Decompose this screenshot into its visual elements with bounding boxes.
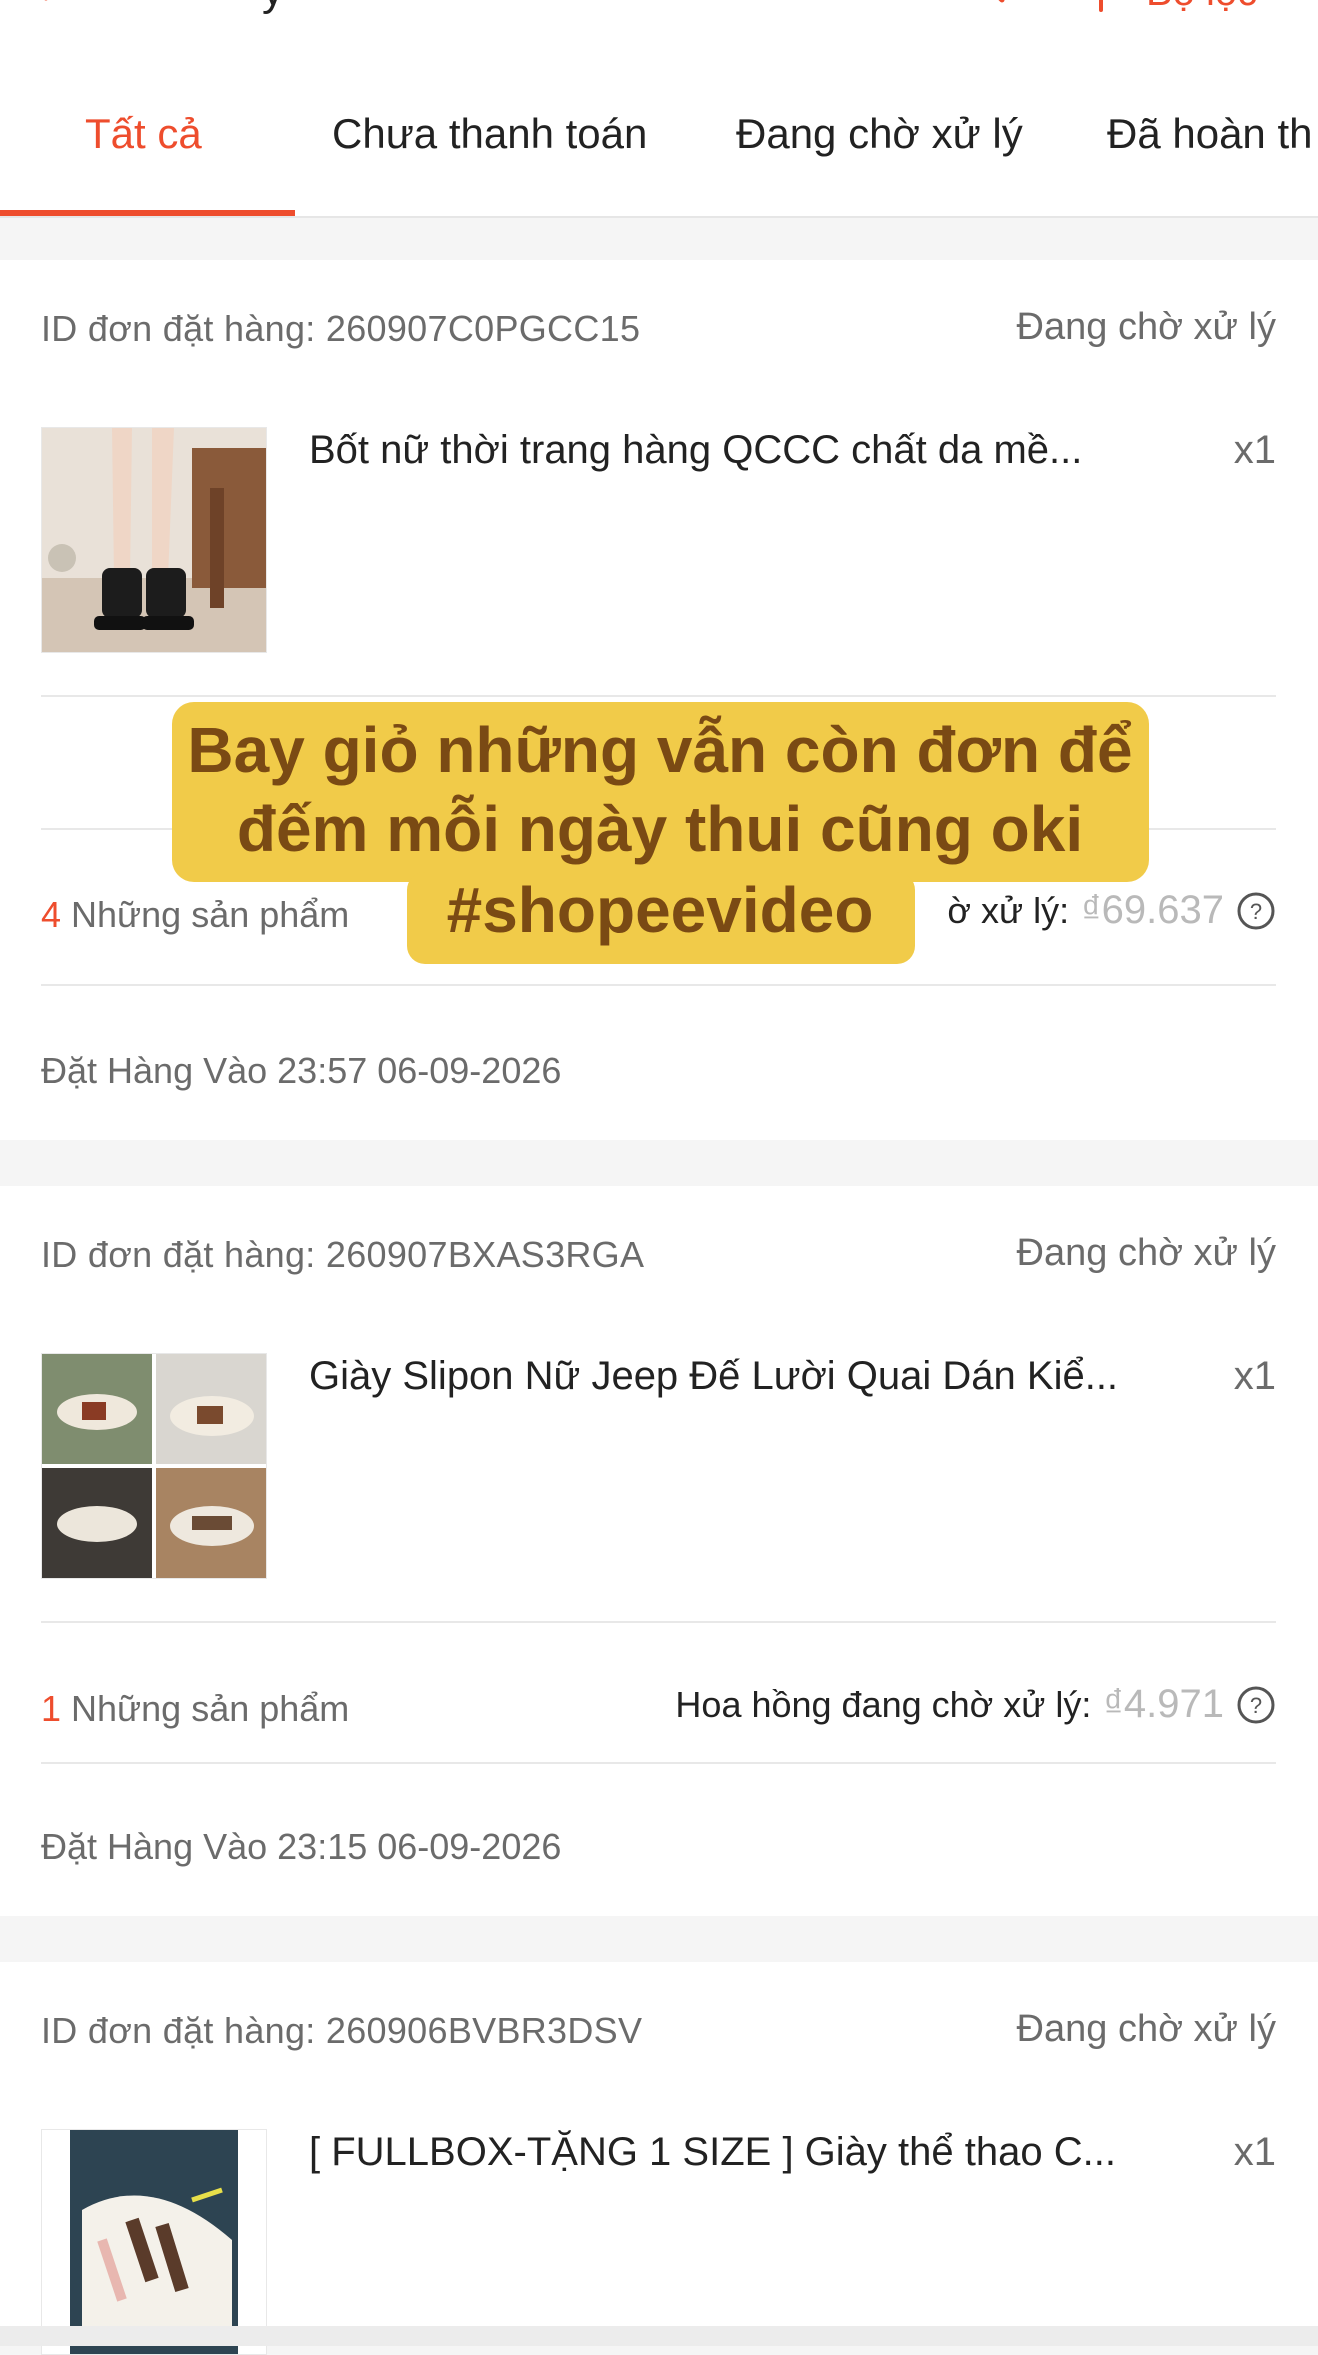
product-quantity: x1 — [1233, 1354, 1276, 1398]
order-status: Đang chờ xử lý — [1016, 306, 1276, 348]
commission-label: Hoa hồng đang chờ xử lý: — [675, 1683, 1092, 1725]
search-icon[interactable] — [940, 0, 1010, 16]
order-card[interactable]: ID đơn đặt hàng: 260907BXAS3RGA Đang chờ… — [0, 1186, 1318, 1916]
order-id: ID đơn đặt hàng: 260907BXAS3RGA — [41, 1234, 645, 1275]
order-status: Đang chờ xử lý — [1016, 1232, 1276, 1274]
product-name[interactable]: [ FULLBOX-TẶNG 1 SIZE ] Giày thể thao C.… — [309, 2130, 1189, 2175]
divider — [41, 1621, 1276, 1623]
help-icon[interactable]: ? — [1236, 891, 1276, 931]
order-card[interactable]: ID đơn đặt hàng: 260907C0PGCC15 Đang chờ… — [0, 260, 1318, 1140]
back-arrow-icon[interactable] — [34, 0, 74, 18]
caption-hashtag: #shopeevideo — [446, 874, 874, 946]
order-date: Đặt Hàng Vào 23:57 06-09-2026 — [41, 1050, 562, 1091]
tab-unpaid[interactable]: Chưa thanh toán — [332, 110, 647, 158]
product-quantity: x1 — [1233, 2130, 1276, 2174]
svg-text:?: ? — [1250, 899, 1262, 924]
divider — [41, 695, 1276, 697]
divider — [41, 1762, 1276, 1764]
caption-line-1: Bay giỏ những vẫn còn đơn để — [187, 714, 1133, 786]
order-date: Đặt Hàng Vào 23:15 06-09-2026 — [41, 1826, 562, 1867]
active-tab-indicator — [0, 210, 295, 216]
commission-amount: ₫4.971 — [1103, 1682, 1224, 1726]
product-count: 1 Những sản phẩm — [41, 1688, 350, 1729]
order-status: Đang chờ xử lý — [1016, 2008, 1276, 2050]
divider — [41, 984, 1276, 986]
svg-text:?: ? — [1250, 1693, 1262, 1718]
order-card[interactable]: ID đơn đặt hàng: 260906BVBR3DSV Đang chờ… — [0, 1962, 1318, 2355]
caption-line-2: đếm mỗi ngày thui cũng oki — [236, 793, 1084, 865]
tab-completed[interactable]: Đã hoàn th — [1107, 110, 1313, 158]
product-thumbnail[interactable] — [41, 1353, 267, 1579]
filter-button[interactable]: Bộ lọc — [1146, 0, 1257, 15]
filter-icon[interactable] — [1086, 0, 1116, 14]
top-bar: y Bộ lọc — [0, 0, 1318, 50]
product-name[interactable]: Giày Slipon Nữ Jeep Đế Lười Quai Dán Kiể… — [309, 1354, 1189, 1399]
order-id: ID đơn đặt hàng: 260907C0PGCC15 — [41, 308, 641, 349]
order-id: ID đơn đặt hàng: 260906BVBR3DSV — [41, 2010, 643, 2051]
pending-commission: Hoa hồng đang chờ xử lý: ₫4.971 ? — [675, 1682, 1276, 1727]
help-icon[interactable]: ? — [1236, 1685, 1276, 1725]
product-thumbnail[interactable] — [41, 427, 267, 653]
product-name[interactable]: Bốt nữ thời trang hàng QCCC chất da mề..… — [309, 428, 1189, 473]
bottom-edge — [0, 2326, 1318, 2346]
product-thumbnail[interactable] — [41, 2129, 267, 2355]
order-tabs: Tất cả Chưa thanh toán Đang chờ xử lý Đã… — [0, 50, 1318, 218]
tab-pending[interactable]: Đang chờ xử lý — [736, 110, 1023, 158]
tab-all[interactable]: Tất cả — [85, 110, 202, 158]
page-title: y — [262, 0, 284, 16]
product-quantity: x1 — [1233, 428, 1276, 472]
